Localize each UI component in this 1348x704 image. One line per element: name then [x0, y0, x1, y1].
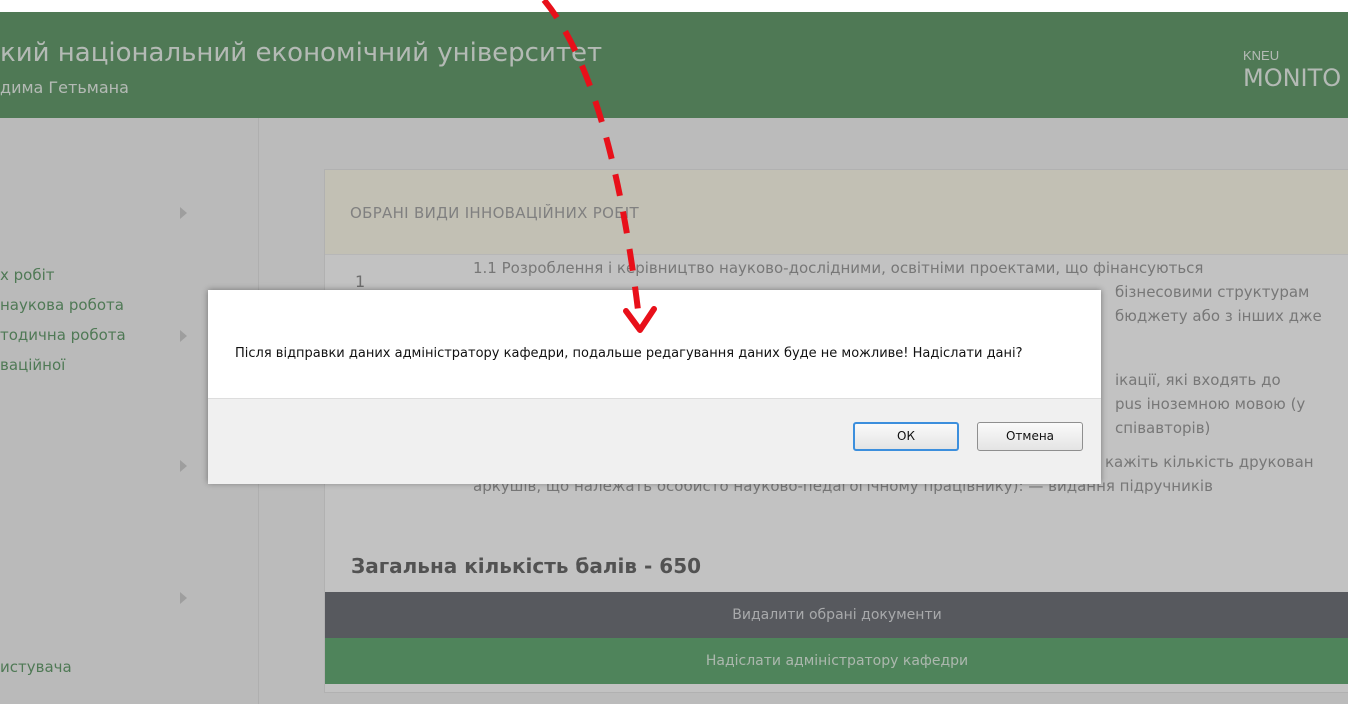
dialog-footer — [208, 398, 1101, 484]
ok-button[interactable]: ОК — [853, 422, 959, 451]
confirm-dialog: Після відправки даних адміністратору каф… — [208, 290, 1101, 484]
dialog-message: Після відправки даних адміністратору каф… — [235, 346, 1023, 361]
cancel-button[interactable]: Отмена — [977, 422, 1083, 451]
